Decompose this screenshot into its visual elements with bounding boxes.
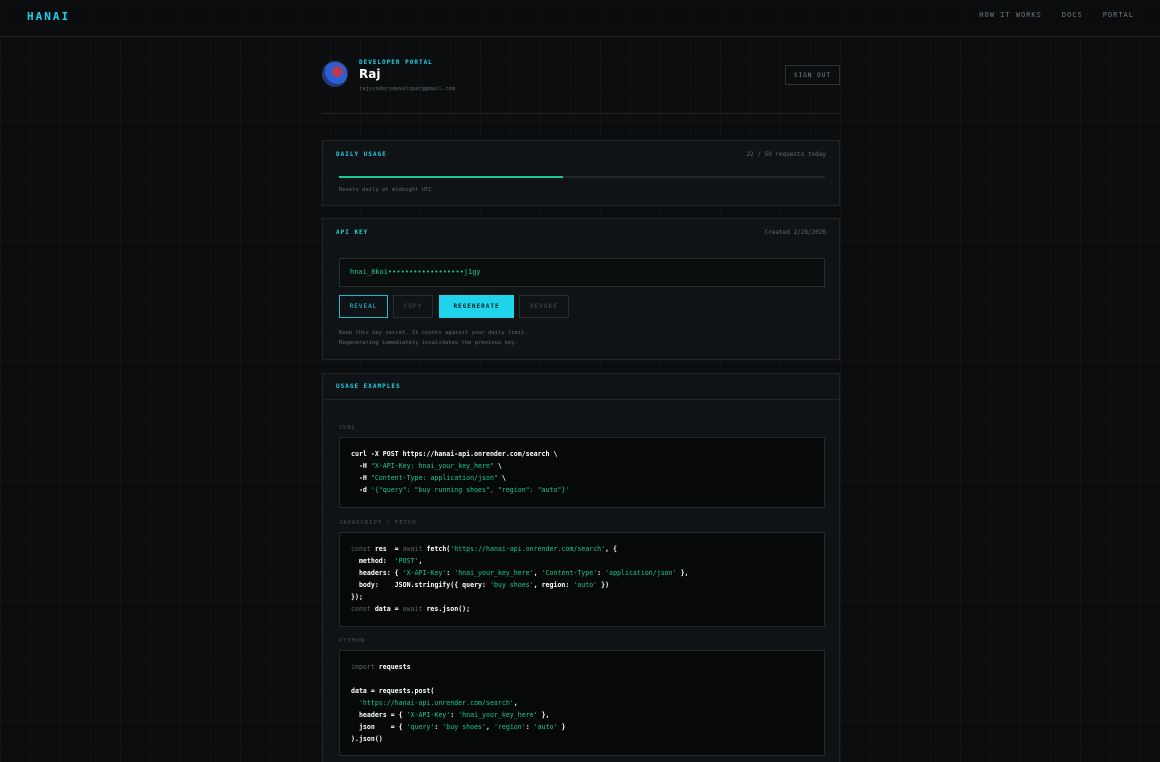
code-string: 'Content-Type': [541, 569, 598, 577]
curl-code-block[interactable]: curl -X POST https://hanai-api.onrender.…: [339, 437, 825, 508]
python-code-block[interactable]: import requests data = requests.post( 'h…: [339, 650, 825, 756]
code-token: ,: [418, 557, 423, 565]
code-keyword: const: [351, 605, 371, 613]
code-token: },: [537, 711, 550, 719]
code-token: res =: [370, 545, 403, 553]
avatar: [322, 61, 348, 87]
usage-examples-card: USAGE EXAMPLES CURL curl -X POST https:/…: [322, 373, 840, 762]
code-string: 'auto': [573, 581, 598, 589]
code-keyword: const: [351, 545, 371, 553]
api-key-hint-line1: Keep this key secret. It counts against …: [339, 330, 528, 336]
curl-label: CURL: [339, 425, 357, 431]
code-string: 'hnai_your_key_here': [458, 711, 538, 719]
code-string: "X-API-Key: hnai_your_key_here": [370, 462, 494, 470]
code-line: data = requests.post(: [351, 687, 435, 695]
code-token: method:: [351, 557, 395, 565]
code-string: 'buy shoes': [489, 581, 534, 589]
code-string: 'POST': [394, 557, 419, 565]
code-token: :: [597, 569, 606, 577]
code-string: '{"query": "buy running shoes", "region"…: [370, 486, 570, 494]
code-token: \: [497, 474, 506, 482]
code-string: 'X-API-Key': [406, 711, 451, 719]
api-key-created-date: Created 2/28/2026: [764, 229, 826, 236]
copy-button[interactable]: COPY: [393, 295, 433, 318]
code-string: 'application/json': [605, 569, 677, 577]
code-token: data =: [370, 605, 403, 613]
code-token: -H: [351, 474, 371, 482]
user-email: rajvcodersdeveloper@gmail.com: [359, 86, 456, 92]
daily-usage-title: DAILY USAGE: [336, 151, 387, 158]
code-token: :: [525, 723, 534, 731]
code-token: res.json();: [422, 605, 471, 613]
code-token: }): [597, 581, 610, 589]
api-key-value: hnai_8koi••••••••••••••••••j1gy: [350, 268, 481, 276]
main-nav: HOW IT WORKS DOCS PORTAL: [979, 11, 1134, 19]
top-nav-bar: HANAI HOW IT WORKS DOCS PORTAL: [0, 0, 1160, 37]
code-keyword: await: [402, 605, 423, 613]
code-string: "Content-Type: application/json": [370, 474, 498, 482]
code-token: }: [557, 723, 566, 731]
code-string: 'region': [493, 723, 526, 731]
nav-link-portal[interactable]: PORTAL: [1103, 11, 1134, 19]
reveal-button[interactable]: REVEAL: [339, 295, 388, 318]
code-token: json = {: [351, 723, 407, 731]
user-name: Raj: [359, 67, 381, 81]
code-token: ,: [486, 723, 494, 731]
revoke-button[interactable]: REVOKE: [519, 295, 569, 318]
code-line: ).json(): [351, 735, 383, 743]
code-line: });: [351, 593, 363, 601]
daily-usage-card: DAILY USAGE 22 / 50 requests today Reset…: [322, 140, 840, 206]
code-string: 'https://hanai-api.onrender.com/search': [351, 699, 514, 707]
javascript-code-block[interactable]: const res = await fetch('https://hanai-a…: [339, 532, 825, 627]
code-token: headers: {: [351, 569, 403, 577]
code-line: curl -X POST https://hanai-api.onrender.…: [351, 450, 558, 458]
portal-label: DEVELOPER PORTAL: [359, 59, 433, 66]
usage-progress-fill: [339, 176, 563, 178]
profile-header: DEVELOPER PORTAL Raj rajvcodersdeveloper…: [322, 37, 840, 114]
code-token: :: [450, 711, 459, 719]
brand-logo[interactable]: HANAI: [27, 10, 70, 23]
api-key-hint: Keep this key secret. It counts against …: [339, 328, 528, 348]
code-string: 'query': [406, 723, 435, 731]
code-token: requests: [374, 663, 411, 671]
usage-count: 22 / 50 requests today: [746, 151, 826, 158]
regenerate-button[interactable]: REGENERATE: [439, 295, 514, 318]
code-token: },: [676, 569, 689, 577]
api-key-hint-line2: Regenerating immediately invalidates the…: [339, 340, 518, 346]
portal-content: DEVELOPER PORTAL Raj rajvcodersdeveloper…: [322, 37, 840, 762]
code-token: -d: [351, 486, 371, 494]
code-token: , {: [605, 545, 618, 553]
code-string: 'https://hanai-api.onrender.com/search': [450, 545, 606, 553]
api-key-field[interactable]: hnai_8koi••••••••••••••••••j1gy: [339, 258, 825, 287]
usage-examples-title: USAGE EXAMPLES: [336, 383, 401, 390]
code-token: , region:: [533, 581, 574, 589]
nav-link-docs[interactable]: DOCS: [1062, 11, 1083, 19]
api-key-title: API KEY: [336, 229, 369, 236]
code-token: ,: [513, 699, 518, 707]
code-token: -H: [351, 462, 371, 470]
usage-progress-bar: [339, 176, 825, 178]
api-key-card: API KEY Created 2/28/2026 hnai_8koi•••••…: [322, 218, 840, 360]
code-keyword: import: [351, 663, 375, 671]
code-token: body: JSON.stringify({ query:: [351, 581, 490, 589]
code-token: \: [493, 462, 502, 470]
code-keyword: await: [402, 545, 423, 553]
code-string: 'hnai_your_key_here': [454, 569, 534, 577]
code-token: ,: [533, 569, 542, 577]
code-string: 'X-API-Key': [402, 569, 447, 577]
code-token: fetch(: [422, 545, 451, 553]
code-string: 'auto': [533, 723, 558, 731]
usage-reset-hint: Resets daily at midnight UTC: [339, 187, 432, 193]
code-token: headers = {: [351, 711, 407, 719]
nav-link-how-it-works[interactable]: HOW IT WORKS: [979, 11, 1042, 19]
javascript-label: JAVASCRIPT / FETCH: [339, 520, 417, 526]
sign-out-button[interactable]: SIGN OUT: [785, 65, 840, 85]
usage-examples-header: USAGE EXAMPLES: [323, 374, 839, 400]
python-label: PYTHON: [339, 638, 365, 644]
code-string: 'buy shoes': [442, 723, 486, 731]
